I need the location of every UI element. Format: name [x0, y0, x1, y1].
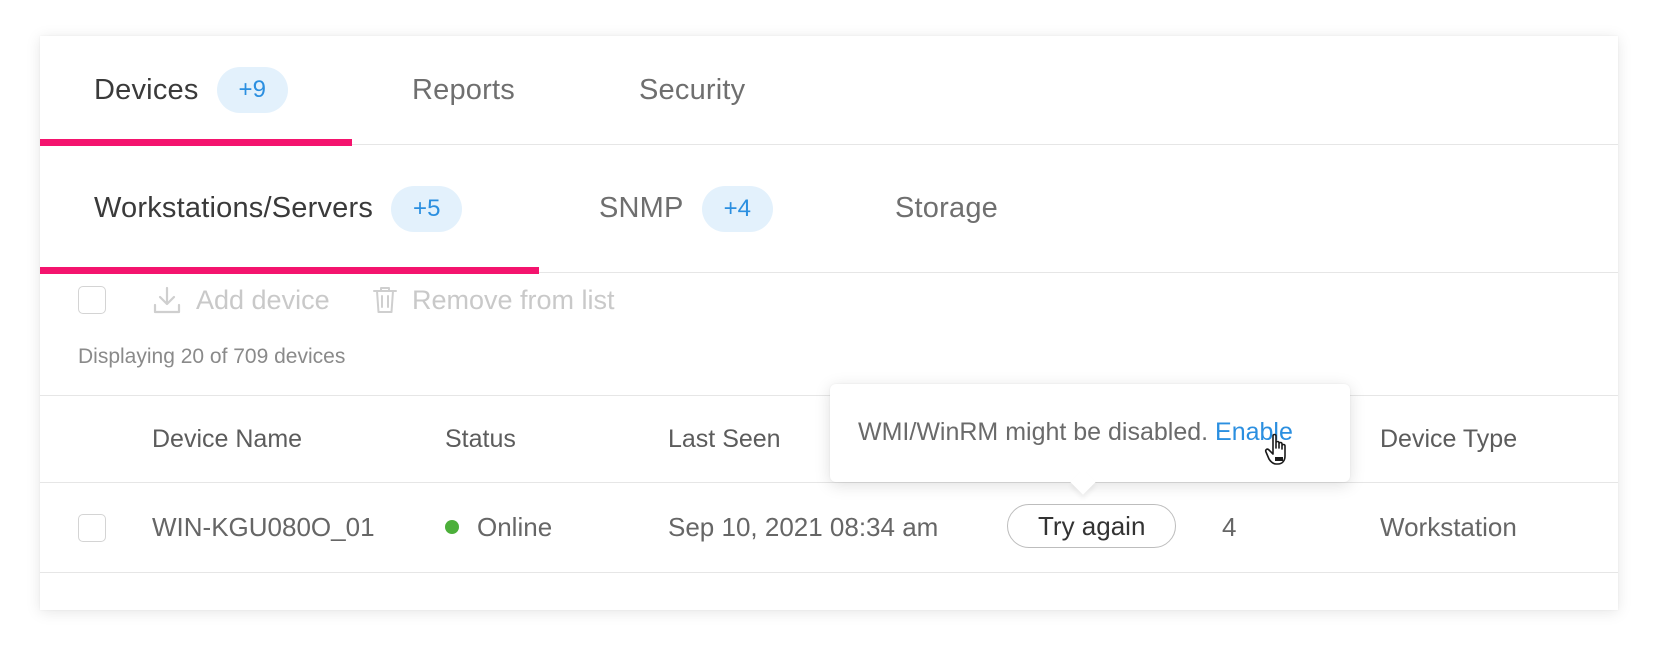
count-cell: 4 [1222, 511, 1237, 542]
trash-icon [373, 287, 397, 313]
main-tabs: Devices +9 Reports Security [40, 36, 1618, 146]
column-header-device-name[interactable]: Device Name [152, 396, 302, 482]
hand-cursor-icon [1264, 433, 1286, 465]
tab-workstations-servers-badge: +5 [391, 185, 463, 232]
tab-devices-label: Devices [94, 73, 199, 106]
tab-snmp-badge: +4 [701, 185, 773, 232]
device-type-cell: Workstation [1380, 511, 1517, 542]
column-header-status[interactable]: Status [445, 396, 516, 482]
devices-panel: Devices +9 Reports Security Workstations… [40, 36, 1618, 610]
tab-reports[interactable]: Reports [412, 36, 515, 144]
tab-devices-badge: +9 [216, 67, 288, 113]
tab-reports-label: Reports [412, 73, 515, 106]
tab-snmp[interactable]: SNMP +4 [599, 145, 773, 272]
row-checkbox[interactable] [78, 514, 106, 542]
tab-snmp-label: SNMP [599, 192, 684, 224]
try-again-button[interactable]: Try again [1007, 504, 1177, 548]
last-seen-cell: Sep 10, 2021 08:34 am [668, 511, 939, 542]
add-device-label: Add device [196, 284, 330, 315]
sub-tabs: Workstations/Servers +5 SNMP +4 Storage [40, 145, 1618, 274]
column-header-device-type[interactable]: Device Type [1380, 396, 1517, 482]
column-header-last-seen[interactable]: Last Seen [668, 396, 781, 482]
add-device-button[interactable]: Add device [152, 280, 330, 320]
status-cell: Online [445, 482, 552, 572]
tooltip-text: WMI/WinRM might be disabled. [858, 418, 1216, 446]
remove-from-list-label: Remove from list [412, 284, 615, 315]
online-status-dot [445, 520, 459, 534]
table-row[interactable]: WIN-KGU080O_01 Online Sep 10, 2021 08:34… [40, 482, 1618, 573]
table-header: Device Name Status Last Seen Device Type [40, 395, 1618, 483]
tab-security-label: Security [639, 73, 746, 106]
active-subtab-indicator [40, 267, 539, 274]
tab-workstations-servers[interactable]: Workstations/Servers +5 [94, 145, 463, 272]
tab-storage-label: Storage [895, 192, 998, 224]
select-all-checkbox[interactable] [78, 286, 106, 314]
tooltip-message: WMI/WinRM might be disabled. Enable [858, 418, 1293, 447]
download-icon [153, 286, 181, 314]
remove-from-list-button[interactable]: Remove from list [372, 280, 615, 320]
tab-security[interactable]: Security [639, 36, 745, 144]
tab-storage[interactable]: Storage [895, 145, 998, 272]
tab-workstations-servers-label: Workstations/Servers [94, 192, 374, 224]
device-name-cell[interactable]: WIN-KGU080O_01 [152, 482, 375, 572]
displaying-count: Displaying 20 of 709 devices [78, 345, 346, 368]
status-text: Online [477, 511, 553, 542]
tab-devices[interactable]: Devices +9 [94, 36, 288, 144]
